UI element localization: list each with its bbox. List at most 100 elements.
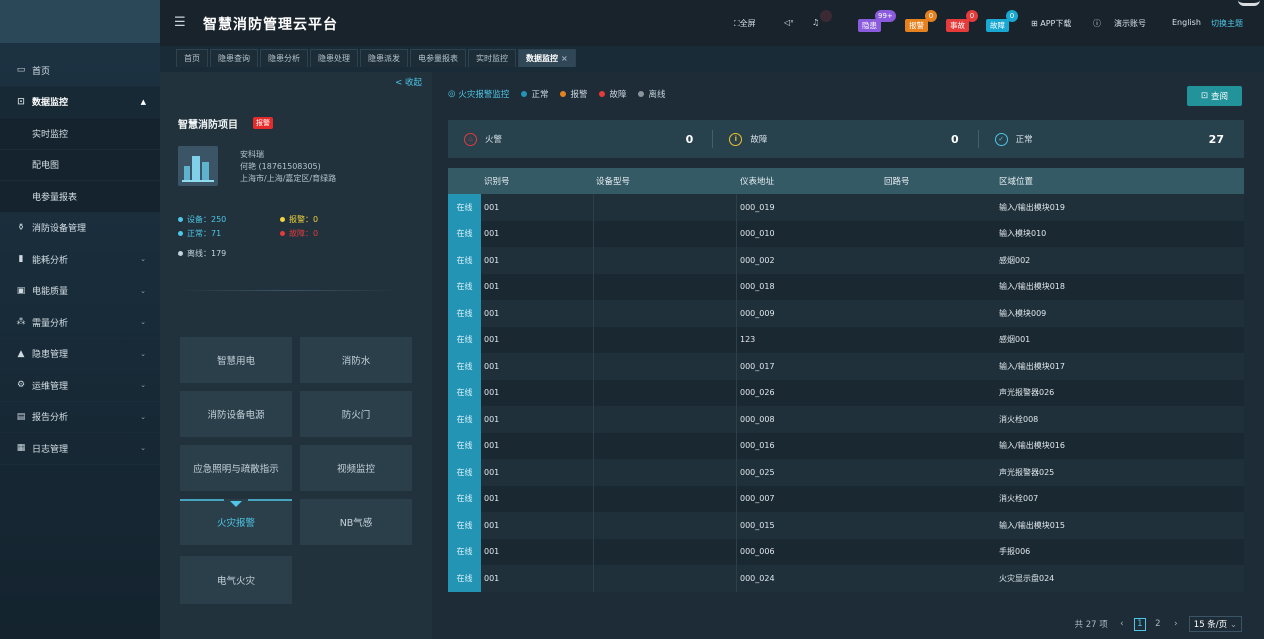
chevron-down-icon: ⌄ bbox=[140, 444, 146, 453]
alarm-label: 报警 bbox=[909, 21, 924, 30]
sidebar-item-power-quality[interactable]: ▣ 电能质量 ⌄ bbox=[0, 276, 160, 307]
monitor-title: 火灾报警监控 bbox=[458, 90, 510, 100]
app-download-button[interactable]: ⊞ APP下载 bbox=[1031, 18, 1071, 29]
sidebar-item-demand-analysis[interactable]: ⁂ 需量分析 ⌄ bbox=[0, 307, 160, 339]
row-id: 001 bbox=[484, 282, 500, 292]
switch-theme-button[interactable]: 切换主题 bbox=[1211, 18, 1243, 29]
row-id: 001 bbox=[484, 308, 500, 318]
demo-account-button[interactable]: 演示账号 bbox=[1114, 18, 1146, 29]
header-address: 仪表地址 bbox=[740, 177, 775, 187]
stat-alarm: 报警：0 bbox=[280, 214, 318, 225]
tab-data-monitor[interactable]: 数据监控 × bbox=[518, 49, 576, 67]
row-model bbox=[593, 538, 737, 565]
sidebar-item-data-monitor[interactable]: ⊡ 数据监控 ▲ bbox=[0, 86, 160, 118]
row-area: 声光报警器026 bbox=[999, 388, 1055, 398]
row-model bbox=[593, 247, 737, 274]
alarm-button[interactable]: 报警 bbox=[905, 19, 928, 32]
next-page-icon[interactable]: › bbox=[1170, 618, 1182, 631]
row-area: 声光报警器025 bbox=[999, 467, 1055, 477]
hidden-danger-label: 隐患 bbox=[862, 21, 877, 30]
table-row[interactable]: 在线 001 000_007 消火栓007 bbox=[448, 485, 1244, 512]
table-row[interactable]: 在线 001 000_006 手报006 bbox=[448, 538, 1244, 565]
language-button[interactable]: English bbox=[1172, 18, 1201, 27]
warning-icon: ▲ bbox=[17, 348, 25, 359]
function-fire-alarm[interactable]: 火灾报警 bbox=[180, 499, 292, 545]
row-model bbox=[593, 432, 737, 459]
table-row[interactable]: 在线 001 000_024 火灾显示盘024 bbox=[448, 565, 1244, 592]
sidebar-item-home[interactable]: ▭ 首页 bbox=[0, 55, 160, 87]
query-label: 查阅 bbox=[1211, 92, 1229, 102]
function-smart-electricity[interactable]: 智慧用电 bbox=[180, 337, 292, 383]
tab-hazard-dispatch[interactable]: 隐患派发 bbox=[360, 49, 408, 67]
sidebar-item-maintenance[interactable]: ⚙ 运维管理 ⌄ bbox=[0, 370, 160, 402]
function-fire-water[interactable]: 消防水 bbox=[300, 337, 412, 383]
sidebar-item-label: 报告分析 bbox=[32, 413, 69, 424]
sound-icon[interactable]: ◁ˣ bbox=[784, 18, 794, 27]
table-row[interactable]: 在线 001 000_008 消火栓008 bbox=[448, 406, 1244, 433]
function-fire-door[interactable]: 防火门 bbox=[300, 391, 412, 437]
table-row[interactable]: 在线 001 000_010 输入模块010 bbox=[448, 220, 1244, 247]
tab-realtime-monitor[interactable]: 实时监控 bbox=[468, 49, 516, 67]
table-row[interactable]: 在线 001 000_019 输入/输出模块019 bbox=[448, 194, 1244, 221]
query-button[interactable]: ⊡ 查阅 bbox=[1187, 86, 1242, 106]
row-status: 在线 bbox=[448, 565, 481, 592]
menu-toggle-icon[interactable]: ☰ bbox=[174, 15, 186, 30]
log-icon: ▦ bbox=[16, 443, 26, 454]
tab-electric-report[interactable]: 电参量报表 bbox=[410, 49, 466, 67]
help-icon[interactable]: ⓘ bbox=[1093, 18, 1101, 29]
tab-hazard-handle[interactable]: 隐患处理 bbox=[310, 49, 358, 67]
row-address: 000_006 bbox=[740, 547, 775, 557]
row-area: 消火栓008 bbox=[999, 414, 1039, 424]
sidebar-item-report-analysis[interactable]: ▤ 报告分析 ⌄ bbox=[0, 402, 160, 433]
sidebar-item-energy-analysis[interactable]: ▮ 能耗分析 ⌄ bbox=[0, 244, 160, 276]
page-size-select[interactable]: 15 条/页 ⌄ bbox=[1188, 616, 1242, 632]
bell-icon[interactable]: ♫ bbox=[812, 18, 819, 27]
row-area: 感烟002 bbox=[999, 255, 1031, 265]
fullscreen-button[interactable]: ⛶全屏 bbox=[734, 18, 756, 29]
fault-button[interactable]: 故障 bbox=[986, 19, 1009, 32]
function-video-monitor[interactable]: 视频监控 bbox=[300, 445, 412, 491]
collapse-button[interactable]: < 收起 bbox=[395, 76, 422, 88]
extinguisher-icon: ⚱ bbox=[17, 222, 25, 233]
page-1[interactable]: 1 bbox=[1133, 617, 1146, 631]
row-address: 000_002 bbox=[740, 255, 775, 265]
sidebar-item-realtime-monitor[interactable]: 实时监控 bbox=[0, 118, 160, 150]
table-row[interactable]: 在线 001 000_025 声光报警器025 bbox=[448, 459, 1244, 486]
sidebar-item-hazard-manage[interactable]: ▲ 隐患管理 ⌄ bbox=[0, 339, 160, 370]
app-title: 智慧消防管理云平台 bbox=[203, 17, 338, 33]
close-icon[interactable]: × bbox=[561, 54, 568, 63]
tab-hazard-query[interactable]: 隐患查询 bbox=[210, 49, 258, 67]
row-id: 001 bbox=[484, 520, 500, 530]
contact-company: 安科瑞 bbox=[240, 150, 264, 159]
table-row[interactable]: 在线 001 000_018 输入/输出模块018 bbox=[448, 273, 1244, 300]
function-nb-gas[interactable]: NB气感 bbox=[300, 499, 412, 545]
check-icon: ✓ bbox=[994, 132, 1008, 146]
accident-button[interactable]: 事故 bbox=[946, 19, 969, 32]
sidebar-item-distribution-diagram[interactable]: 配电图 bbox=[0, 149, 160, 181]
summary-label: 故障 bbox=[750, 135, 768, 145]
table-row[interactable]: 在线 001 000_016 输入/输出模块016 bbox=[448, 432, 1244, 459]
sidebar-item-fire-equipment[interactable]: ⚱ 消防设备管理 bbox=[0, 213, 160, 244]
row-model bbox=[593, 353, 737, 380]
function-fire-power[interactable]: 消防设备电源 bbox=[180, 391, 292, 437]
table-body: 在线 001 000_019 输入/输出模块019 在线 001 000_010 输入模块01… bbox=[448, 194, 1244, 592]
table-row[interactable]: 在线 001 000_009 输入模块009 bbox=[448, 300, 1244, 327]
sidebar-item-label: 消防设备管理 bbox=[32, 224, 87, 235]
function-emergency-light[interactable]: 应急照明与疏散指示 bbox=[180, 445, 292, 491]
function-electric-fire[interactable]: 电气火灾 bbox=[180, 556, 292, 604]
table-row[interactable]: 在线 001 000_002 感烟002 bbox=[448, 247, 1244, 274]
table-row[interactable]: 在线 001 000_015 输入/输出模块015 bbox=[448, 512, 1244, 539]
table-row[interactable]: 在线 001 000_026 声光报警器026 bbox=[448, 379, 1244, 406]
tab-hazard-analysis[interactable]: 隐患分析 bbox=[260, 49, 308, 67]
sidebar-item-label: 实时监控 bbox=[32, 129, 69, 140]
sidebar: ▭ 首页 ⊡ 数据监控 ▲ 实时监控 配电图 电参量报表 ⚱ 消防设备管理 ▮ 能耗分析 ⌄… bbox=[0, 0, 160, 639]
table-row[interactable]: 在线 001 123 感烟001 bbox=[448, 326, 1244, 353]
table-row[interactable]: 在线 001 000_017 输入/输出模块017 bbox=[448, 353, 1244, 380]
tab-home[interactable]: 首页 bbox=[176, 49, 208, 67]
summary-label: 火警 bbox=[485, 135, 503, 145]
sidebar-item-electric-report[interactable]: 电参量报表 bbox=[0, 181, 160, 213]
sidebar-item-label: 数据监控 bbox=[32, 98, 69, 109]
sidebar-item-log-manage[interactable]: ▦ 日志管理 ⌄ bbox=[0, 433, 160, 465]
page-2[interactable]: 2 bbox=[1152, 618, 1164, 631]
prev-page-icon[interactable]: ‹ bbox=[1116, 618, 1128, 631]
